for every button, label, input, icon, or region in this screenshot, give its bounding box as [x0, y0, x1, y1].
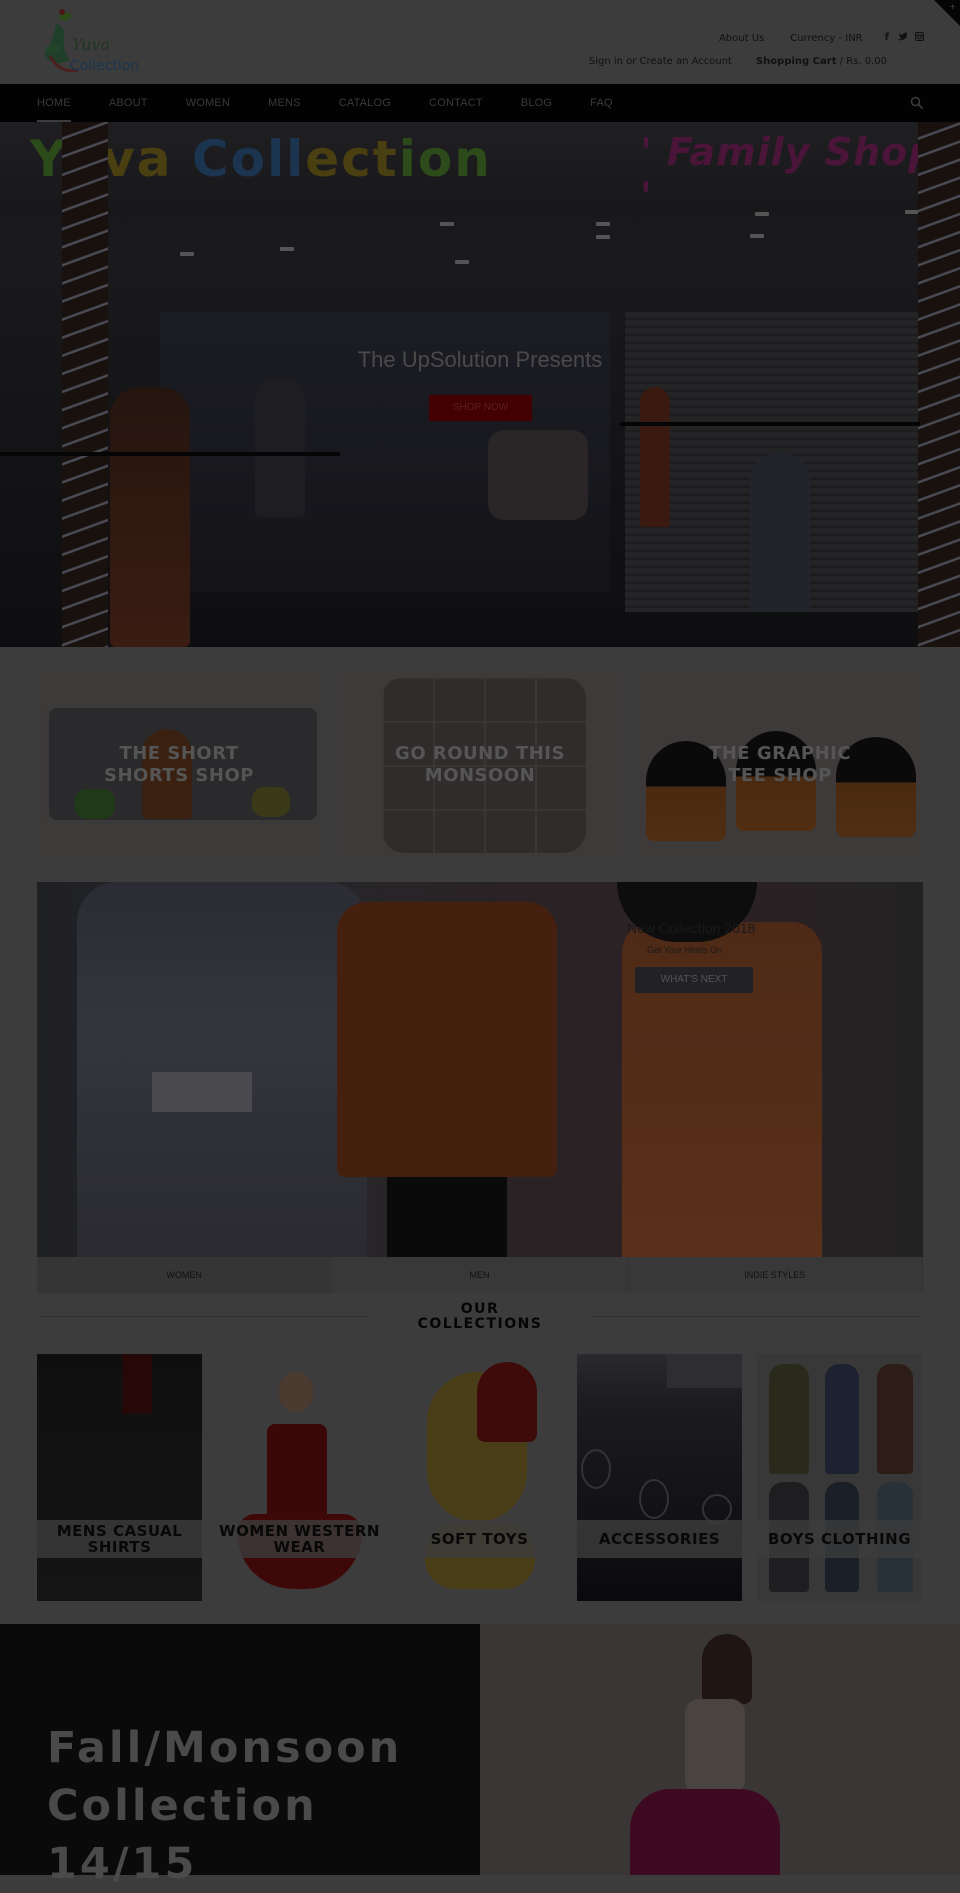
display-shelf — [488, 430, 588, 520]
shopping-cart-link[interactable]: Shopping Cart / Rs. 0.00 — [756, 56, 887, 67]
feature-tabs: WOMEN MEN INDIE STYLES — [37, 1257, 923, 1293]
cart-separator: / — [836, 56, 847, 67]
cart-label: Shopping Cart — [755, 56, 837, 67]
santa-hat — [477, 1362, 537, 1442]
mannequin — [750, 452, 810, 612]
nav-item-blog[interactable]: BLOG — [521, 84, 552, 122]
currency-selector[interactable]: Currency - INR — [790, 33, 862, 44]
mannequin-midriff — [152, 1072, 252, 1112]
railing — [0, 452, 340, 456]
sign-in-link[interactable]: Sign in or Create an Account — [589, 56, 732, 67]
ceiling-light — [440, 222, 454, 226]
model-top — [685, 1699, 745, 1794]
promo-label: THE GRAPHIC TEE SHOP — [708, 743, 852, 786]
main-nav: HOME ABOUT WOMEN MENS CATALOG CONTACT BL… — [0, 84, 960, 122]
nav-item-mens[interactable]: MENS — [268, 84, 301, 122]
boy-figure — [825, 1364, 859, 1474]
collection-card-women-western[interactable]: WOMEN WESTERN WEAR — [217, 1354, 382, 1601]
nav-item-women[interactable]: WOMEN — [186, 84, 230, 122]
storefront-sign: Yuva Collection ' Family Shop ' — [0, 122, 960, 218]
nav-item-contact[interactable]: CONTACT — [429, 84, 483, 122]
ceiling-light — [755, 212, 769, 216]
about-us-link[interactable]: About Us — [719, 33, 764, 44]
boy-figure — [877, 1364, 913, 1474]
mannequin — [255, 377, 305, 517]
collection-label: MENS CASUAL SHIRTS — [37, 1520, 202, 1558]
collection-label: ACCESSORIES — [577, 1520, 742, 1558]
account-row: Sign in or Create an Account Shopping Ca… — [589, 56, 887, 67]
collection-card-mens-shirts[interactable]: MENS CASUAL SHIRTS — [37, 1354, 202, 1601]
feature-banner: New Collection 2018 Get Your Heels On WH… — [37, 882, 923, 1257]
plus-icon[interactable]: + — [949, 2, 956, 11]
logo-graphic: Yuva Collection — [44, 9, 139, 74]
mannequin — [110, 387, 190, 647]
hero-slider: Yuva Collection ' Family Shop ' The UpSo… — [0, 122, 960, 647]
promo-tile-shorts[interactable]: THE SHORT SHORTS SHOP — [37, 669, 321, 859]
model-hair — [702, 1634, 752, 1704]
ceiling-light — [455, 260, 469, 264]
figurine — [75, 789, 115, 819]
shop-now-button[interactable]: SHOP NOW — [429, 395, 532, 421]
collection-label: BOYS CLOTHING — [757, 1520, 922, 1558]
mannequin — [640, 387, 670, 527]
mannequin-women — [77, 882, 367, 1257]
ceiling-light — [750, 234, 764, 238]
instagram-icon[interactable] — [914, 31, 925, 44]
twitter-icon[interactable] — [897, 32, 908, 44]
cart-total: Rs. 0.00 — [846, 56, 887, 67]
shirt-collar — [122, 1354, 152, 1414]
tab-women[interactable]: WOMEN — [37, 1257, 333, 1293]
tab-men[interactable]: MEN — [332, 1257, 628, 1293]
ceiling-light — [596, 222, 610, 226]
promo-label: GO ROUND THIS MONSOON — [395, 743, 565, 786]
collection-card-boys-clothing[interactable]: BOYS CLOTHING — [757, 1354, 922, 1601]
figurine — [252, 787, 290, 817]
nav-item-faq[interactable]: FAQ — [590, 84, 613, 122]
model-head — [279, 1372, 313, 1412]
pillar — [918, 122, 960, 647]
tab-indie-styles[interactable]: INDIE STYLES — [627, 1257, 923, 1293]
collection-card-soft-toys[interactable]: SOFT TOYS — [397, 1354, 562, 1601]
collections-heading: OUR COLLECTIONS — [417, 1301, 543, 1332]
promo-tile-graphic-tee[interactable]: THE GRAPHIC TEE SHOP — [638, 669, 922, 859]
pillar — [62, 122, 108, 647]
pendant — [639, 1479, 669, 1519]
nav-item-catalog[interactable]: CATALOG — [339, 84, 391, 122]
whats-next-button[interactable]: WHAT'S NEXT — [635, 967, 753, 993]
search-icon[interactable] — [910, 95, 924, 110]
feature-subtitle: Get Your Heels On — [647, 945, 723, 955]
nav-item-about[interactable]: ABOUT — [109, 84, 148, 122]
site-header: Yuva Collection About Us Currency - INR … — [0, 0, 960, 84]
top-links: About Us Currency - INR f — [693, 31, 925, 44]
collection-label: SOFT TOYS — [397, 1520, 562, 1558]
backdrop — [667, 1354, 742, 1388]
ceiling-light — [905, 210, 919, 214]
ceiling-light — [596, 235, 610, 239]
facebook-icon[interactable]: f — [885, 32, 889, 44]
season-banner-image — [480, 1624, 960, 1875]
hero-title: The UpSolution Presents — [357, 347, 603, 372]
pendant — [581, 1449, 611, 1489]
promo-tile-monsoon[interactable]: GO ROUND THIS MONSOON — [338, 669, 622, 859]
model-skirt — [630, 1789, 780, 1875]
mannequin-men — [337, 902, 557, 1177]
site-logo[interactable]: Yuva Collection — [36, 6, 140, 78]
feature-title: New Collection 2018 — [627, 920, 756, 936]
railing — [620, 422, 920, 426]
svg-text:Collection: Collection — [70, 58, 139, 74]
season-banner: Fall/Monsoon Collection 14/15 — [0, 1624, 480, 1889]
ceiling-light — [280, 247, 294, 251]
svg-text:Yuva: Yuva — [72, 35, 110, 54]
ceiling-light — [180, 252, 194, 256]
boy-figure — [769, 1364, 809, 1474]
promo-label: THE SHORT SHORTS SHOP — [104, 743, 254, 786]
nav-item-home[interactable]: HOME — [37, 84, 71, 122]
sign-tagline: ' Family Shop ' — [640, 130, 937, 218]
mannequin-men-pants — [387, 1177, 507, 1257]
social-links: f — [885, 31, 925, 44]
collection-card-accessories[interactable]: ACCESSORIES — [577, 1354, 742, 1601]
season-banner-title: Fall/Monsoon Collection 14/15 — [47, 1723, 403, 1889]
corner-toggle[interactable] — [934, 0, 960, 26]
collection-label: WOMEN WESTERN WEAR — [217, 1520, 382, 1558]
